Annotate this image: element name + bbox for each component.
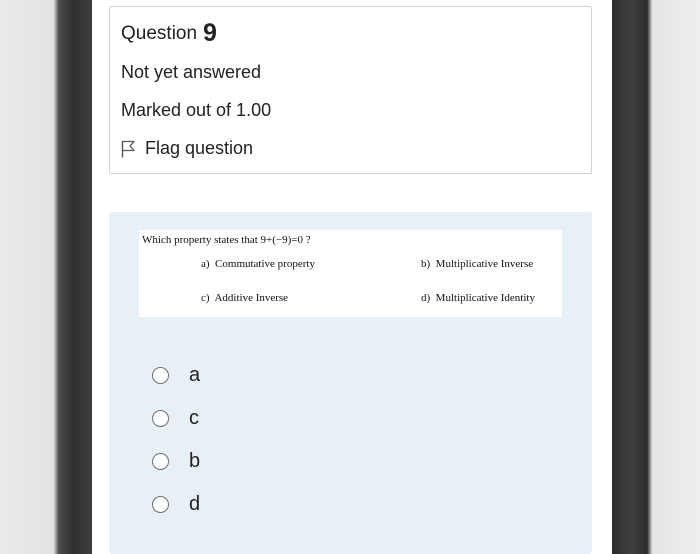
image-option-letter: c): [201, 292, 210, 304]
question-grade: Marked out of 1.00: [121, 100, 272, 120]
right-background: [612, 0, 700, 554]
answer-option-d[interactable]: d: [152, 493, 200, 516]
answer-label: c: [189, 407, 199, 429]
answer-option-a[interactable]: a: [152, 364, 200, 387]
flag-question-link[interactable]: Flag question: [121, 138, 253, 159]
answer-option-c[interactable]: c: [152, 407, 199, 430]
quiz-page: Question 9 Not yet answered Marked out of…: [92, 0, 612, 554]
image-option-letter: d): [421, 292, 431, 304]
image-option-b: b) Multiplicative Inverse: [421, 258, 533, 270]
image-option-letter: b): [421, 258, 431, 270]
answer-label: d: [189, 493, 201, 515]
image-option-text: Multiplicative Inverse: [435, 258, 534, 270]
image-option-text: Multiplicative Identity: [435, 292, 535, 304]
question-text: Which property states that 9+(−9)=0 ?: [142, 234, 311, 246]
image-option-text: Commutative property: [215, 258, 315, 270]
image-option-d: d) Multiplicative Identity: [421, 292, 535, 304]
question-image: Which property states that 9+(−9)=0 ? a)…: [139, 230, 562, 317]
image-option-letter: a): [201, 258, 210, 270]
question-number-heading: Question 9: [121, 19, 217, 48]
question-state: Not yet answered: [121, 62, 262, 82]
answer-option-b[interactable]: b: [152, 450, 200, 473]
answer-label: b: [189, 450, 201, 472]
image-option-a: a) Commutative property: [201, 258, 315, 270]
flag-icon: [121, 140, 135, 157]
left-background: [0, 0, 92, 554]
question-prefix: Question: [121, 23, 198, 44]
radio-button[interactable]: [152, 496, 169, 513]
radio-button[interactable]: [152, 410, 169, 427]
radio-button[interactable]: [152, 453, 169, 470]
question-info-panel: Question 9 Not yet answered Marked out of…: [109, 6, 592, 174]
question-number: 9: [203, 19, 217, 47]
flag-question-label: Flag question: [145, 138, 254, 158]
image-option-c: c) Additive Inverse: [201, 292, 288, 304]
question-content: Which property states that 9+(−9)=0 ? a)…: [109, 212, 592, 554]
answer-label: a: [189, 364, 201, 386]
radio-button[interactable]: [152, 367, 169, 384]
image-option-text: Additive Inverse: [214, 292, 289, 304]
